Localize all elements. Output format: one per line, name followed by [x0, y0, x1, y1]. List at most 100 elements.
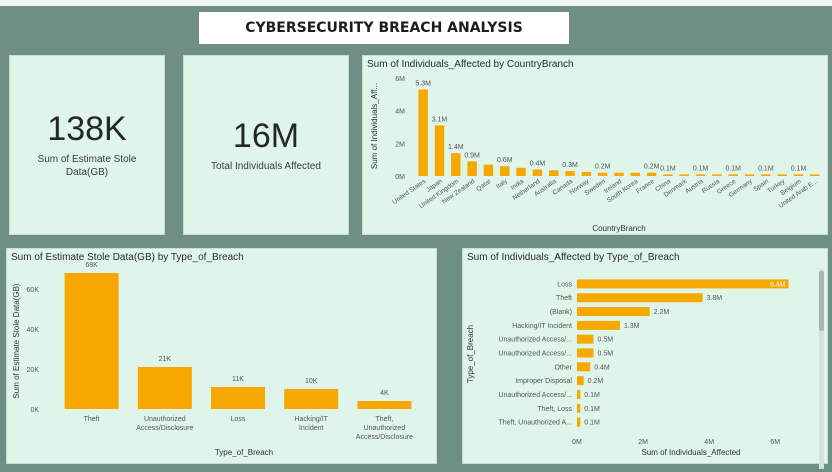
- bar: [577, 389, 581, 399]
- bar: [284, 389, 339, 409]
- chart-stolen-by-type-panel[interactable]: Sum of Estimate Stole Data(GB) by Type_o…: [6, 248, 437, 464]
- bar: [646, 172, 657, 176]
- chart-country-panel[interactable]: Sum of Individuals_Affected by CountryBr…: [362, 55, 828, 235]
- data-label: 10K: [305, 378, 318, 385]
- bar: [577, 279, 789, 289]
- x-tick-label: Access/Disclosure: [356, 434, 413, 441]
- bar: [728, 174, 738, 176]
- data-label: 0.1M: [584, 420, 600, 427]
- y-tick-label: 6M: [395, 76, 405, 83]
- top-strip: [0, 0, 832, 6]
- y-tick-label: Other: [554, 364, 572, 371]
- y-tick-label: Improper Disposal: [515, 378, 572, 385]
- bar: [577, 362, 591, 372]
- bar: [630, 172, 641, 176]
- bar: [577, 376, 584, 386]
- bar: [500, 166, 510, 176]
- y-tick-label: Loss: [557, 281, 572, 288]
- y-axis-label: Sum of Estimate Stole Data(GB): [12, 283, 21, 398]
- x-tick-label: 2M: [638, 439, 648, 446]
- bar: [577, 320, 620, 330]
- bar: [577, 417, 581, 427]
- bar: [744, 174, 755, 176]
- chart-country-title: Sum of Individuals_Affected by CountryBr…: [367, 59, 574, 70]
- y-tick-label: 20K: [27, 367, 40, 374]
- bar: [532, 169, 543, 176]
- bar: [565, 171, 575, 176]
- bar: [434, 125, 445, 176]
- x-tick-label: 6M: [770, 439, 780, 446]
- y-tick-label: 2M: [395, 141, 405, 148]
- y-tick-label: Theft, Unauthorized A...: [498, 420, 572, 427]
- y-tick-label: Theft, Loss: [537, 406, 572, 413]
- bar: [418, 89, 428, 176]
- data-label: 68K: [85, 262, 98, 269]
- x-tick-label: Loss: [231, 416, 246, 423]
- card-individuals-affected-value: 16M: [232, 116, 300, 155]
- card-individuals-affected-label: Total Individuals Affected: [211, 160, 321, 172]
- x-tick-label: Theft: [84, 416, 100, 423]
- data-label: 0.6M: [497, 157, 513, 164]
- bar: [451, 153, 461, 176]
- bar: [793, 174, 804, 176]
- x-tick-label: France: [635, 178, 656, 196]
- y-axis-label: Sum of Individuals_Aff...: [370, 83, 379, 169]
- data-label: 0.1M: [725, 165, 741, 172]
- bar: [679, 174, 690, 176]
- data-label: 0.5M: [598, 337, 614, 344]
- data-label: 0.1M: [791, 165, 807, 172]
- data-label: 5.3M: [415, 80, 431, 87]
- data-label: 3.1M: [432, 116, 448, 123]
- x-tick-label: Incident: [299, 425, 324, 432]
- x-tick-label: Qatar: [475, 177, 493, 193]
- data-label: 0.2M: [595, 164, 611, 171]
- data-label: 0.1M: [758, 165, 774, 172]
- bar: [614, 172, 624, 176]
- bar: [761, 174, 771, 176]
- bar: [548, 170, 559, 176]
- bar: [810, 174, 820, 176]
- y-tick-label: 60K: [27, 287, 40, 294]
- x-tick-label: Theft,: [375, 416, 393, 423]
- data-label: 1.4M: [448, 144, 464, 151]
- data-label: 0.1M: [660, 165, 676, 172]
- data-label: 0.2M: [588, 378, 604, 385]
- bar: [516, 167, 526, 176]
- chart-individuals-by-type-panel[interactable]: Sum of Individuals_Affected by Type_of_B…: [462, 248, 828, 469]
- data-label: 21K: [159, 356, 172, 363]
- card-stolen-data[interactable]: 138K Sum of Estimate Stole Data(GB): [9, 55, 165, 235]
- bar: [577, 293, 703, 303]
- bar: [211, 387, 265, 409]
- data-label: 0.1M: [693, 165, 709, 172]
- bar: [663, 174, 673, 176]
- chart-stolen-by-type-svg: 0K 20K 40K 60K 68K Theft 21K Unauthorized Access…: [12, 262, 413, 457]
- data-label: 11K: [232, 376, 244, 383]
- card-individuals-affected[interactable]: 16M Total Individuals Affected: [183, 55, 349, 235]
- card-stolen-data-value: 138K: [47, 110, 127, 148]
- bar: [777, 174, 787, 176]
- bar: [64, 273, 119, 409]
- x-axis-label: Sum of Individuals_Affected: [641, 448, 740, 457]
- x-tick-label: Access/Disclosure: [136, 425, 193, 432]
- x-tick-label: Italy: [495, 177, 509, 190]
- bar: [581, 171, 592, 176]
- bar: [597, 172, 608, 176]
- x-tick-label: Unauthorized: [364, 425, 406, 432]
- bar: [695, 174, 706, 176]
- data-label: 2.2M: [654, 309, 670, 316]
- x-tick-label: Unauthorized: [144, 416, 186, 423]
- y-tick-label: Hacking/IT Incident: [512, 323, 572, 330]
- chart-individuals-by-type-svg: Loss 6.4M Theft 3.8M (Blank) 2.2M Hacking/IT I…: [466, 279, 789, 457]
- y-tick-label: Unauthorized Access/...: [498, 392, 572, 399]
- bar: [357, 401, 412, 409]
- y-tick-label: Unauthorized Access/...: [498, 351, 572, 358]
- data-label: 0.1M: [584, 406, 600, 413]
- y-tick-label: 0M: [395, 174, 405, 181]
- dashboard-title: CYBERSECURITY BREACH ANALYSIS: [199, 12, 569, 44]
- bar: [577, 403, 581, 413]
- chart-scrollbar-thumb[interactable]: [819, 271, 824, 331]
- data-label: 0.3M: [562, 162, 578, 169]
- y-tick-label: 4M: [395, 109, 405, 116]
- bar: [712, 174, 722, 176]
- x-tick-label: Hacking/IT: [294, 416, 328, 423]
